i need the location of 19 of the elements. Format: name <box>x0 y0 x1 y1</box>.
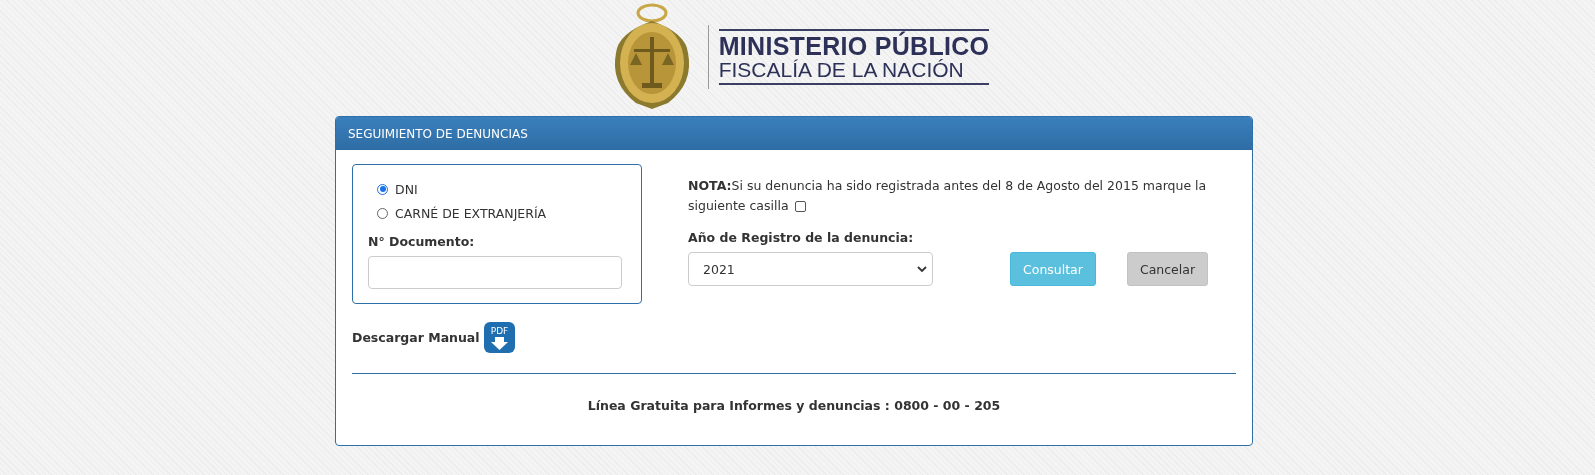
note-text: siguiente casilla <box>688 198 789 213</box>
panel-title: SEGUIMIENTO DE DENUNCIAS <box>348 126 528 141</box>
note-text: NOTA:Si su denuncia ha sido registrada antes del 8 de Agosto del 2015 marque la <box>688 178 1207 193</box>
chevron-down-icon <box>917 265 927 273</box>
radio-label: DNI <box>395 181 418 197</box>
radio-button[interactable] <box>377 207 388 219</box>
document-number-field[interactable] <box>368 256 622 289</box>
checkbox[interactable] <box>794 201 806 212</box>
download-manual-label: Descargar Manual <box>352 330 480 345</box>
logo-title: MINISTERIO PÚBLICO <box>718 32 990 59</box>
pdf-download-icon[interactable]: PDF <box>483 322 515 353</box>
hotline-text: Línea Gratuita para Informes y denuncias : 0800 - 00 - 205 <box>587 398 1001 413</box>
field-label: N° Documento: <box>368 234 476 249</box>
year-select[interactable]: 2021 <box>688 252 933 286</box>
cancel-button[interactable]: Cancelar <box>1126 252 1209 286</box>
radio-button[interactable] <box>377 183 388 195</box>
radio-label: CARNÉ DE EXTRANJERÍA <box>395 205 547 221</box>
field-label: Año de Registro de la denuncia: <box>688 230 915 245</box>
logo-subtitle: FISCALÍA DE LA NACIÓN <box>718 58 965 81</box>
